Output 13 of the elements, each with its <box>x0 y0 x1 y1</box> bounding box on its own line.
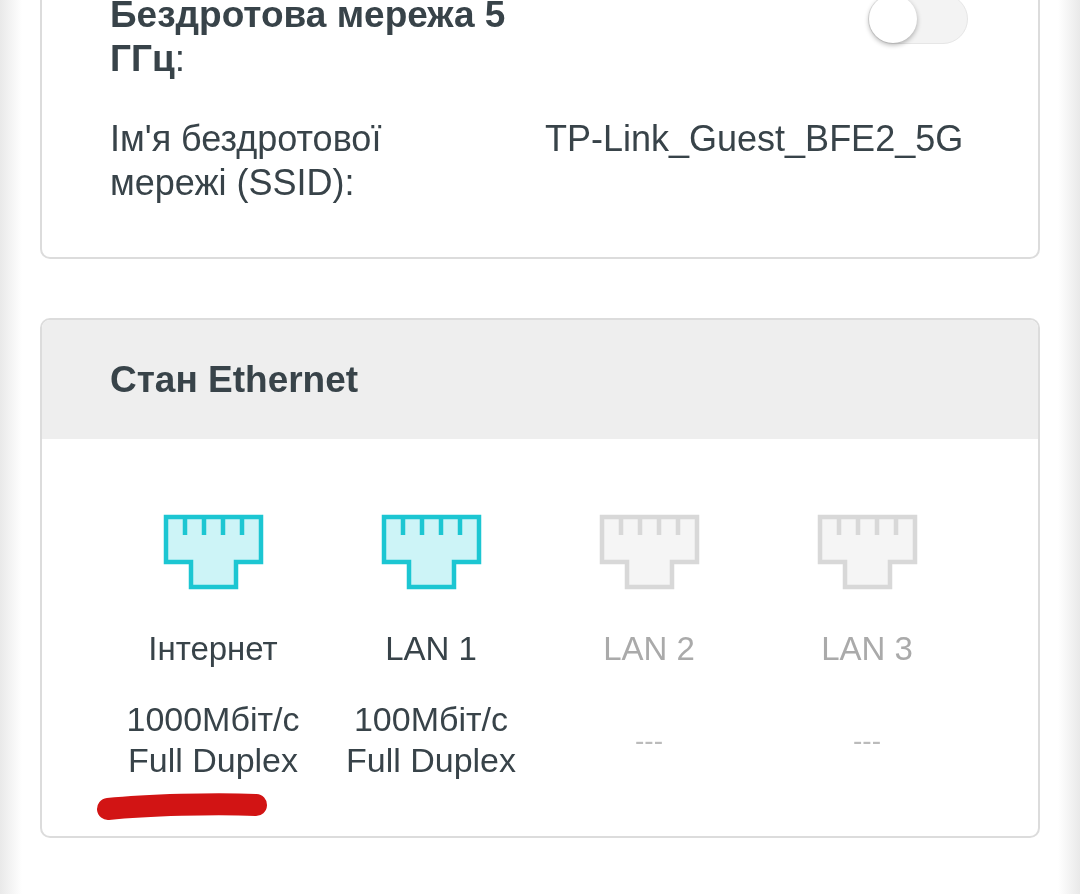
toggle-switch[interactable] <box>868 0 968 44</box>
setting-label: Бездротова мережа 5 ГГц: <box>110 0 507 81</box>
ssid-label: Ім'я бездротової мережі (SSID): <box>110 117 383 205</box>
port-status: --- <box>634 723 664 758</box>
port-label: LAN 1 <box>385 629 477 669</box>
port-label: LAN 3 <box>821 629 913 669</box>
port-status: --- <box>852 723 882 758</box>
port-label: LAN 2 <box>603 629 695 669</box>
ssid-value: TP-Link_Guest_BFE2_5G <box>545 117 964 161</box>
port-status: 100Мбіт/с Full Duplex <box>344 699 518 781</box>
section-title: Стан Ethernet <box>110 358 359 401</box>
port-label: Інтернет <box>148 629 278 669</box>
port-status: 1000Мбіт/с Full Duplex <box>125 699 301 781</box>
